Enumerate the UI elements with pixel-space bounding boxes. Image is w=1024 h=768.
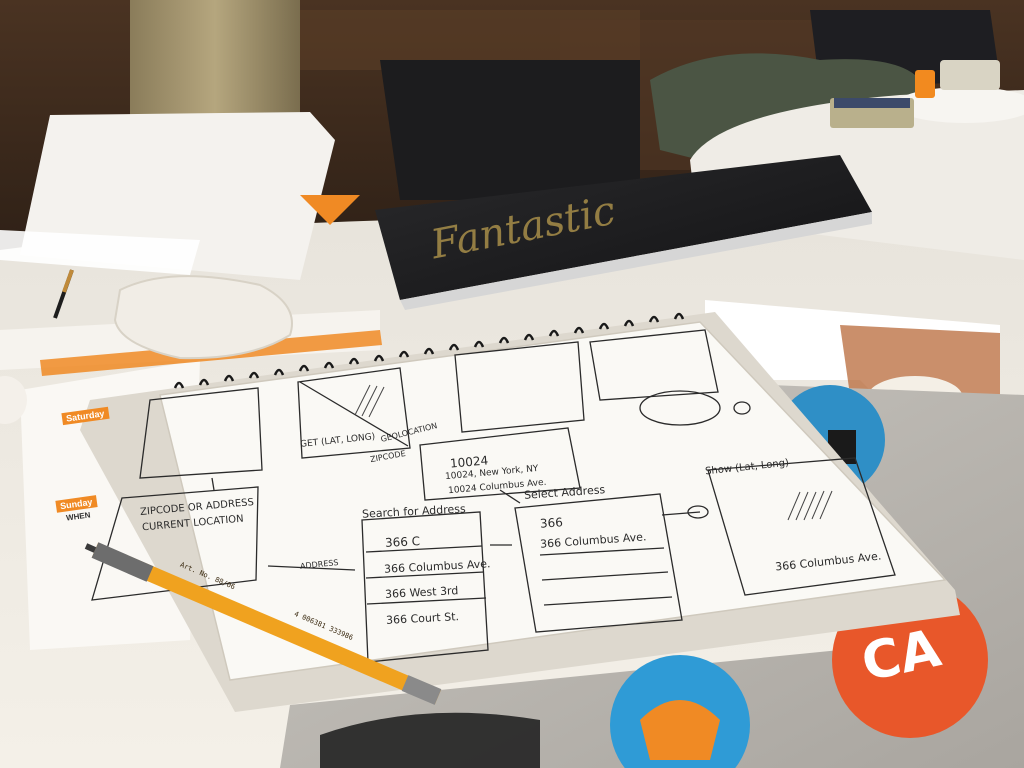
curtain	[130, 0, 300, 130]
chair-back	[380, 60, 640, 200]
select-query: 366	[539, 515, 564, 531]
tin-box-lid	[834, 98, 910, 108]
search-query: 366 C	[384, 534, 421, 550]
photo-scene: Fantastic Saturday Sunday WHEN ZIPCODE O…	[0, 0, 1024, 768]
snack-wrapper	[915, 70, 935, 98]
crumpled-tissue	[113, 275, 293, 360]
snack-wrapper	[940, 60, 1000, 90]
